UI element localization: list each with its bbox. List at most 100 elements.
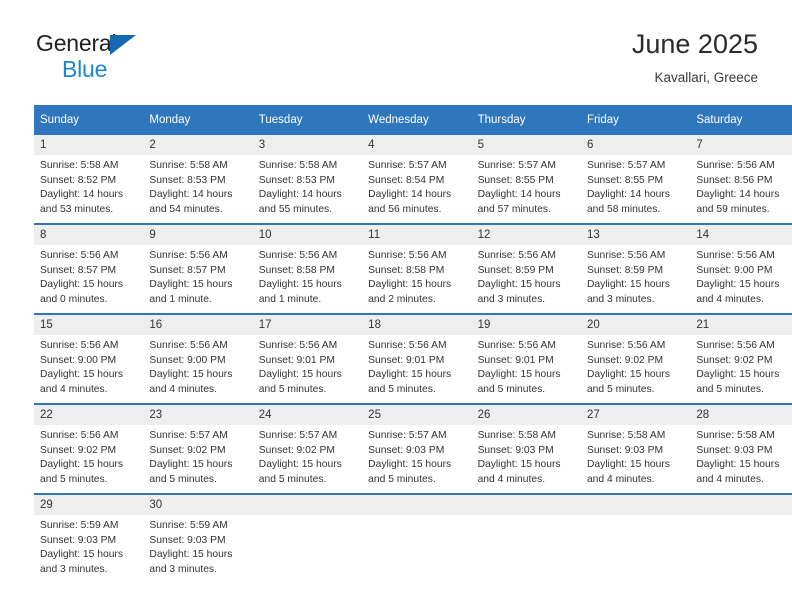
day-number: 5 — [471, 135, 581, 155]
calendar-day-cell[interactable]: 22 Sunrise: 5:56 AM Sunset: 9:02 PM Dayligh… — [34, 403, 144, 494]
day-number: 21 — [690, 315, 792, 335]
sunrise-text: Sunrise: 5:56 AM — [258, 340, 338, 351]
calendar-day-cell[interactable]: 21 Sunrise: 5:56 AM Sunset: 9:02 PM Dayligh… — [690, 313, 792, 404]
sunrise-text: Sunrise: 5:58 AM — [477, 430, 556, 441]
calendar-day-cell[interactable]: 1 Sunrise: 5:58 AM Sunset: 8:52 PM Daylight… — [34, 135, 144, 224]
daylight-text-line2: and 5 minutes. — [586, 383, 655, 395]
daylight-text-line2: and 5 minutes. — [40, 473, 108, 485]
day-details: Sunrise: 5:56 AM Sunset: 9:01 PM Daylight:… — [253, 335, 362, 397]
daylight-text-line1: Daylight: 15 hours — [40, 549, 123, 560]
day-number: 16 — [143, 315, 253, 335]
daylight-text-line1: Daylight: 15 hours — [696, 369, 780, 380]
daylight-text-line1: Daylight: 14 hours — [40, 189, 123, 200]
sunset-text: Sunset: 9:02 PM — [586, 354, 664, 366]
sunset-text: Sunset: 8:58 PM — [368, 264, 445, 276]
sunrise-text: Sunrise: 5:56 AM — [477, 250, 556, 261]
calendar-day-cell[interactable]: 11 Sunrise: 5:56 AM Sunset: 8:58 PM Dayligh… — [362, 223, 472, 314]
day-details: Sunrise: 5:56 AM Sunset: 9:01 PM Daylight:… — [362, 335, 471, 397]
calendar-day-cell[interactable]: 14 Sunrise: 5:56 AM Sunset: 9:00 PM Dayligh… — [690, 223, 792, 314]
day-details: Sunrise: 5:58 AM Sunset: 9:03 PM Daylight:… — [690, 425, 792, 487]
sunset-text: Sunset: 8:53 PM — [258, 174, 335, 186]
day-details: Sunrise: 5:56 AM Sunset: 8:59 PM Daylight:… — [581, 245, 690, 307]
calendar-day-cell[interactable]: 15 Sunrise: 5:56 AM Sunset: 9:00 PM Dayligh… — [34, 313, 144, 404]
calendar-day-cell[interactable]: 4 Sunrise: 5:57 AM Sunset: 8:54 PM Daylight… — [362, 135, 472, 224]
calendar-day-cell[interactable]: 17 Sunrise: 5:56 AM Sunset: 9:01 PM Dayligh… — [252, 313, 363, 404]
calendar-day-cell[interactable]: 7 Sunrise: 5:56 AM Sunset: 8:56 PM Daylight… — [690, 135, 792, 224]
daylight-text-line1: Daylight: 15 hours — [696, 279, 780, 290]
day-details: Sunrise: 5:56 AM Sunset: 8:57 PM Daylight:… — [34, 245, 143, 307]
calendar-day-cell[interactable]: 5 Sunrise: 5:57 AM Sunset: 8:55 PM Daylight… — [471, 135, 581, 224]
calendar-day-cell[interactable]: 28 Sunrise: 5:58 AM Sunset: 9:03 PM Dayligh… — [690, 403, 792, 494]
brand-logo: General Blue — [34, 28, 234, 92]
calendar-day-cell[interactable]: 19 Sunrise: 5:56 AM Sunset: 9:01 PM Dayligh… — [471, 313, 581, 404]
calendar-day-cell[interactable]: 26 Sunrise: 5:58 AM Sunset: 9:03 PM Dayligh… — [471, 403, 581, 494]
sunrise-text: Sunrise: 5:56 AM — [149, 340, 228, 351]
calendar-day-cell[interactable]: 29 Sunrise: 5:59 AM Sunset: 9:03 PM Dayligh… — [34, 493, 144, 583]
daylight-text-line1: Daylight: 15 hours — [477, 459, 561, 470]
sunset-text: Sunset: 8:57 PM — [149, 264, 226, 276]
calendar-day-cell[interactable]: 13 Sunrise: 5:56 AM Sunset: 8:59 PM Dayligh… — [580, 223, 691, 314]
day-details: Sunrise: 5:56 AM Sunset: 9:02 PM Daylight:… — [34, 425, 143, 487]
calendar-day-cell[interactable]: 6 Sunrise: 5:57 AM Sunset: 8:55 PM Daylight… — [580, 135, 691, 224]
calendar-cell-empty — [362, 493, 472, 583]
sunset-text: Sunset: 9:02 PM — [696, 354, 773, 366]
calendar-day-cell[interactable]: 18 Sunrise: 5:56 AM Sunset: 9:01 PM Dayligh… — [362, 313, 472, 404]
day-details: Sunrise: 5:56 AM Sunset: 8:59 PM Daylight:… — [472, 245, 581, 307]
daylight-text-line2: and 54 minutes. — [149, 203, 223, 215]
day-details: Sunrise: 5:56 AM Sunset: 8:58 PM Daylight:… — [362, 245, 471, 307]
calendar-day-cell[interactable]: 8 Sunrise: 5:56 AM Sunset: 8:57 PM Daylight… — [34, 223, 144, 314]
calendar-day-cell[interactable]: 23 Sunrise: 5:57 AM Sunset: 9:02 PM Dayligh… — [143, 403, 253, 494]
calendar-day-cell[interactable]: 20 Sunrise: 5:56 AM Sunset: 9:02 PM Dayligh… — [580, 313, 691, 404]
sunset-text: Sunset: 9:03 PM — [477, 444, 554, 456]
sunset-text: Sunset: 9:03 PM — [696, 444, 773, 456]
day-number — [252, 495, 363, 515]
brand-name-blue: Blue — [62, 56, 108, 82]
day-details: Sunrise: 5:56 AM Sunset: 9:00 PM Daylight:… — [143, 335, 252, 397]
calendar-day-cell[interactable]: 30 Sunrise: 5:59 AM Sunset: 9:03 PM Dayligh… — [143, 493, 253, 583]
sunrise-text: Sunrise: 5:56 AM — [149, 250, 228, 261]
weekday-header-wednesday: Wednesday — [362, 105, 472, 135]
day-details: Sunrise: 5:56 AM Sunset: 9:01 PM Daylight:… — [472, 335, 581, 397]
calendar-day-cell[interactable]: 27 Sunrise: 5:58 AM Sunset: 9:03 PM Dayligh… — [580, 403, 691, 494]
sunrise-text: Sunrise: 5:56 AM — [586, 340, 666, 351]
sunset-text: Sunset: 9:00 PM — [696, 264, 773, 276]
daylight-text-line1: Daylight: 15 hours — [40, 459, 123, 470]
day-details: Sunrise: 5:56 AM Sunset: 8:56 PM Daylight:… — [690, 155, 792, 217]
weekday-header-monday: Monday — [143, 105, 253, 135]
calendar-day-cell[interactable]: 16 Sunrise: 5:56 AM Sunset: 9:00 PM Dayligh… — [143, 313, 253, 404]
sunrise-text: Sunrise: 5:57 AM — [149, 430, 228, 441]
calendar-day-cell[interactable]: 24 Sunrise: 5:57 AM Sunset: 9:02 PM Dayligh… — [252, 403, 363, 494]
daylight-text-line2: and 4 minutes. — [696, 473, 764, 485]
sunrise-text: Sunrise: 5:57 AM — [368, 160, 447, 171]
calendar-week-row: 8 Sunrise: 5:56 AM Sunset: 8:57 PM Daylight… — [34, 223, 792, 314]
day-number: 4 — [362, 135, 472, 155]
calendar-day-cell[interactable]: 2 Sunrise: 5:58 AM Sunset: 8:53 PM Daylight… — [143, 135, 253, 224]
daylight-text-line2: and 5 minutes. — [368, 383, 436, 395]
day-number: 18 — [362, 315, 472, 335]
calendar-day-cell[interactable]: 25 Sunrise: 5:57 AM Sunset: 9:03 PM Dayligh… — [362, 403, 472, 494]
day-number: 24 — [252, 405, 363, 425]
calendar-day-cell[interactable]: 3 Sunrise: 5:58 AM Sunset: 8:53 PM Daylight… — [252, 135, 363, 224]
daylight-text-line1: Daylight: 15 hours — [149, 459, 233, 470]
day-details: Sunrise: 5:58 AM Sunset: 8:52 PM Daylight:… — [34, 155, 143, 217]
calendar-day-cell[interactable]: 9 Sunrise: 5:56 AM Sunset: 8:57 PM Daylight… — [143, 223, 253, 314]
day-number: 23 — [143, 405, 253, 425]
calendar-day-cell[interactable]: 12 Sunrise: 5:56 AM Sunset: 8:59 PM Dayligh… — [471, 223, 581, 314]
daylight-text-line2: and 5 minutes. — [258, 383, 327, 395]
daylight-text-line1: Daylight: 15 hours — [149, 279, 233, 290]
daylight-text-line1: Daylight: 15 hours — [368, 369, 452, 380]
day-number — [362, 495, 472, 515]
day-details: Sunrise: 5:56 AM Sunset: 8:57 PM Daylight:… — [143, 245, 252, 307]
day-number — [580, 495, 691, 515]
day-number: 22 — [34, 405, 144, 425]
daylight-text-line1: Daylight: 15 hours — [258, 459, 342, 470]
sunrise-text: Sunrise: 5:56 AM — [477, 340, 556, 351]
calendar-week-row: 1 Sunrise: 5:58 AM Sunset: 8:52 PM Daylight… — [34, 135, 792, 224]
daylight-text-line1: Daylight: 15 hours — [40, 279, 123, 290]
page-subtitle: Kavallari, Greece — [654, 70, 758, 85]
calendar-day-cell[interactable]: 10 Sunrise: 5:56 AM Sunset: 8:58 PM Dayligh… — [252, 223, 363, 314]
day-details: Sunrise: 5:58 AM Sunset: 9:03 PM Daylight:… — [472, 425, 581, 487]
day-number: 11 — [362, 225, 472, 245]
daylight-text-line1: Daylight: 15 hours — [696, 459, 780, 470]
day-number: 27 — [580, 405, 691, 425]
